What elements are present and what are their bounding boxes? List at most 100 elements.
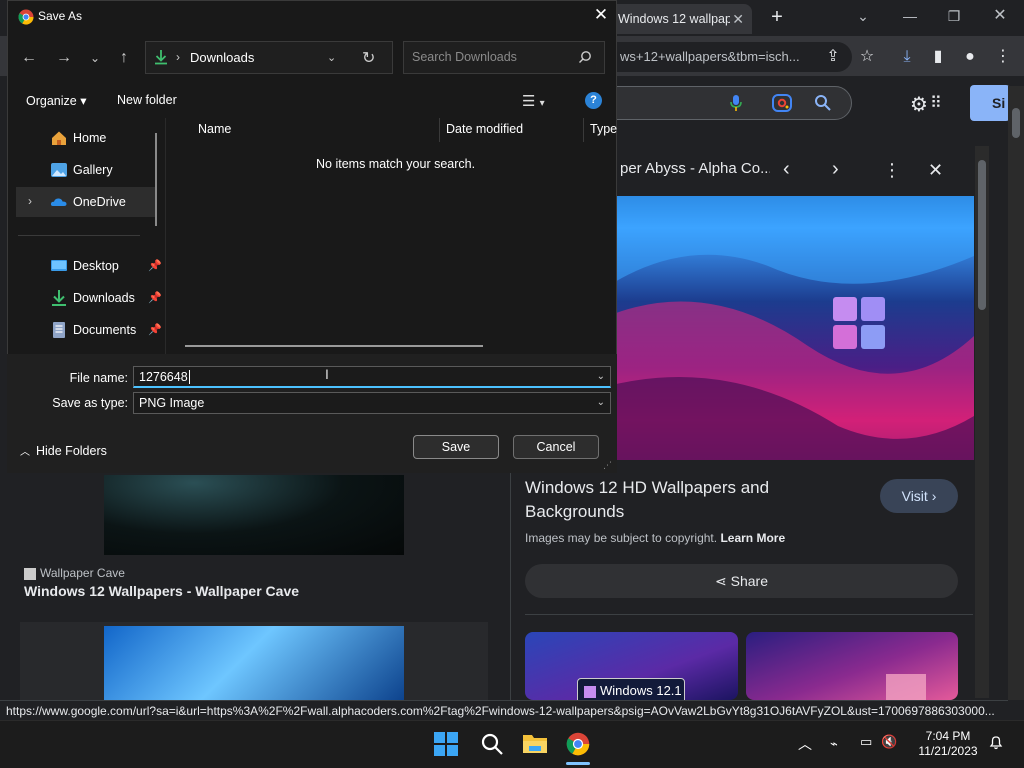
view-options-icon[interactable]: ☰ ▾ bbox=[522, 92, 545, 110]
resize-grip-icon[interactable]: ⋰ bbox=[603, 460, 612, 471]
taskbar-clock[interactable]: 7:04 PM 11/21/2023 bbox=[910, 729, 986, 759]
column-separator[interactable] bbox=[439, 118, 440, 142]
tab-windows-12-wallpapers[interactable]: Windows 12 wallpapers ✕ bbox=[600, 4, 752, 34]
new-folder-button[interactable]: New folder bbox=[117, 93, 177, 107]
dialog-close-icon[interactable]: ✕ bbox=[591, 5, 611, 25]
profile-icon[interactable]: ● bbox=[959, 46, 981, 68]
file-list-horizontal-scrollbar[interactable] bbox=[185, 345, 483, 347]
save-as-type-select[interactable]: PNG Image ⌄ bbox=[133, 392, 611, 414]
hero-image[interactable] bbox=[608, 196, 974, 460]
omnibox[interactable]: ws+12+wallpapers&tbm=isch... bbox=[600, 42, 852, 72]
previous-chevron-icon[interactable]: ‹ bbox=[783, 158, 790, 181]
related-image-thumbnail[interactable] bbox=[746, 632, 958, 700]
display-icon[interactable]: ▭ bbox=[860, 734, 872, 750]
file-explorer-icon[interactable] bbox=[522, 732, 548, 754]
more-options-icon[interactable]: ⋮ bbox=[883, 160, 901, 181]
result-source[interactable]: Wallpaper Cave bbox=[24, 566, 125, 580]
google-lens-icon[interactable] bbox=[772, 94, 792, 112]
windows-logo-icon bbox=[833, 297, 885, 349]
search-input[interactable]: Search Downloads bbox=[403, 41, 605, 74]
taskbar-search-icon[interactable] bbox=[480, 732, 504, 756]
recent-locations-chevron-icon[interactable]: ⌄ bbox=[84, 47, 106, 69]
volume-muted-icon[interactable]: 🔇 bbox=[881, 734, 897, 750]
tab-close-icon[interactable]: ✕ bbox=[732, 11, 744, 28]
column-header-name[interactable]: Name bbox=[198, 122, 231, 136]
nav-item-desktop[interactable]: Desktop 📌 bbox=[16, 251, 162, 281]
apps-grid-icon[interactable]: ⠿ bbox=[930, 93, 942, 113]
start-windows-logo-icon[interactable] bbox=[434, 732, 458, 756]
settings-gear-icon[interactable]: ⚙ bbox=[910, 92, 928, 117]
visit-button[interactable]: Visit › bbox=[880, 479, 958, 513]
nav-pane-scrollbar[interactable] bbox=[155, 133, 157, 226]
panel-scrollbar[interactable] bbox=[975, 146, 989, 698]
help-icon[interactable]: ? bbox=[585, 92, 602, 109]
chrome-taskbar-icon[interactable] bbox=[566, 732, 590, 756]
download-icon[interactable]: ⤓ bbox=[896, 46, 918, 68]
forward-arrow-icon[interactable]: → bbox=[53, 47, 75, 69]
scrollbar-thumb[interactable] bbox=[1012, 108, 1020, 138]
desktop-icon bbox=[50, 257, 68, 275]
menu-kebab-icon[interactable]: ⋮ bbox=[992, 46, 1014, 68]
learn-more-link[interactable]: Learn More bbox=[720, 531, 785, 545]
windows-logo-icon bbox=[886, 674, 926, 700]
result-thumbnail[interactable] bbox=[104, 475, 404, 555]
nav-item-documents[interactable]: Documents 📌 bbox=[16, 315, 162, 345]
show-hidden-icons-chevron-icon[interactable]: ︿ bbox=[798, 734, 812, 754]
cancel-button[interactable]: Cancel bbox=[513, 435, 599, 459]
window-close-icon[interactable]: ✕ bbox=[980, 4, 1020, 28]
new-tab-button[interactable]: + bbox=[766, 6, 788, 28]
filename-dropdown-icon[interactable]: ⌄ bbox=[597, 367, 605, 387]
result-title[interactable]: Windows 12 Wallpapers - Wallpaper Cave bbox=[24, 583, 299, 599]
sign-in-button[interactable]: Si bbox=[970, 85, 1010, 121]
column-separator[interactable] bbox=[583, 118, 584, 142]
pin-icon[interactable]: 📌 bbox=[148, 291, 162, 304]
close-panel-icon[interactable]: ✕ bbox=[928, 160, 943, 181]
back-arrow-icon[interactable]: ← bbox=[18, 47, 40, 69]
network-icon[interactable]: ⌁ bbox=[830, 736, 838, 752]
column-header-type[interactable]: Type bbox=[590, 122, 617, 136]
nav-item-home[interactable]: Home bbox=[16, 123, 155, 153]
text-cursor-icon: I bbox=[325, 366, 329, 382]
active-app-indicator bbox=[566, 762, 590, 765]
address-dropdown-icon[interactable]: ⌄ bbox=[327, 51, 336, 64]
filename-input[interactable]: 1276648 ⌄ bbox=[133, 366, 611, 388]
pin-icon[interactable]: 📌 bbox=[148, 259, 162, 272]
voice-search-icon[interactable] bbox=[728, 94, 744, 112]
bookmark-star-icon[interactable]: ☆ bbox=[856, 46, 878, 68]
pin-icon[interactable]: 📌 bbox=[148, 323, 162, 336]
save-button[interactable]: Save bbox=[413, 435, 499, 459]
share-page-icon[interactable]: ⇪ bbox=[822, 46, 844, 68]
refresh-icon[interactable]: ↻ bbox=[362, 48, 375, 68]
organize-menu[interactable]: Organize ▾ bbox=[26, 93, 86, 108]
share-button[interactable]: ⋖ Share bbox=[525, 564, 958, 598]
up-arrow-icon[interactable]: ↑ bbox=[113, 47, 135, 69]
breadcrumb-chevron-icon[interactable]: › bbox=[176, 50, 180, 64]
minimize-icon[interactable]: — bbox=[890, 4, 930, 28]
result-thumbnail[interactable] bbox=[104, 626, 404, 706]
panel-image-title[interactable]: Windows 12 HD Wallpapers and Backgrounds bbox=[525, 476, 855, 524]
nav-item-onedrive[interactable]: › OneDrive bbox=[16, 187, 155, 217]
notification-bell-icon[interactable] bbox=[988, 734, 1004, 750]
side-panel-icon[interactable]: ▮ bbox=[927, 46, 949, 68]
scrollbar-thumb[interactable] bbox=[978, 160, 986, 310]
nav-item-downloads[interactable]: Downloads 📌 bbox=[16, 283, 162, 313]
text-caret bbox=[188, 370, 190, 384]
dialog-title: Save As bbox=[38, 9, 83, 23]
page-scrollbar[interactable] bbox=[1008, 86, 1024, 700]
nav-item-gallery[interactable]: Gallery bbox=[16, 155, 155, 185]
nav-divider bbox=[18, 235, 140, 236]
column-header-date-modified[interactable]: Date modified bbox=[446, 122, 523, 136]
hide-folders-toggle[interactable]: ︿ Hide Folders bbox=[20, 443, 107, 458]
save-as-type-dropdown-icon[interactable]: ⌄ bbox=[597, 393, 605, 413]
onedrive-cloud-icon bbox=[50, 193, 68, 211]
restore-icon[interactable]: ❐ bbox=[934, 4, 974, 28]
panel-source-title[interactable]: per Abyss - Alpha Co... bbox=[620, 160, 770, 177]
search-icon[interactable] bbox=[814, 94, 832, 112]
pane-divider bbox=[165, 118, 166, 354]
next-chevron-icon[interactable]: › bbox=[832, 158, 839, 181]
address-location[interactable]: Downloads bbox=[190, 50, 254, 65]
related-image-thumbnail[interactable]: Windows 12.1 bbox=[525, 632, 738, 700]
tab-search-chevron-icon[interactable]: ⌄ bbox=[843, 4, 883, 28]
expand-chevron-icon[interactable]: › bbox=[28, 194, 32, 208]
address-bar[interactable] bbox=[145, 41, 393, 74]
